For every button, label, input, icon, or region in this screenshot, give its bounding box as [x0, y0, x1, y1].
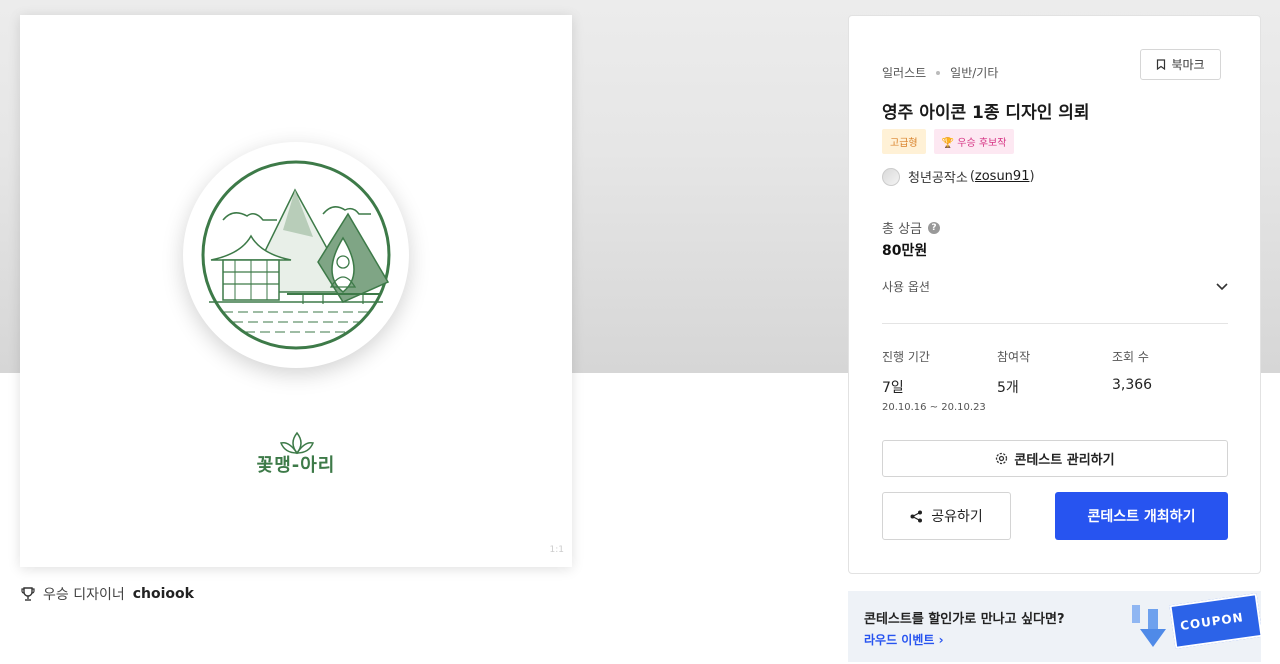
host-id-wrapper: (zosun91) — [970, 169, 1035, 184]
stat-period-value: 7일 — [882, 380, 904, 396]
banner-link-label: 라우드 이벤트 — [864, 633, 935, 647]
coupon-ticket: COUPON — [1169, 593, 1261, 649]
winner-prefix: 우승 디자이너 — [43, 587, 125, 603]
share-icon — [910, 510, 923, 522]
trophy-icon — [21, 587, 35, 601]
grade-badge: 고급형 — [882, 129, 926, 154]
stat-views: 조회 수 3,366 — [1112, 348, 1152, 393]
brand-text: 꽃맹-아리 — [256, 455, 336, 476]
manage-contest-button[interactable]: 콘테스트 관리하기 — [882, 440, 1228, 477]
usage-options-toggle[interactable]: 사용 옵션 — [882, 278, 1228, 295]
manage-contest-label: 콘테스트 관리하기 — [1014, 453, 1115, 468]
stat-period-range: 20.10.16 ~ 20.10.23 — [882, 402, 986, 413]
breadcrumb-separator — [936, 70, 941, 75]
stat-views-value: 3,366 — [1112, 377, 1153, 393]
contest-title: 영주 아이콘 1종 디자인 의뢰 — [882, 103, 1090, 123]
prize-label: 총 상금 ? — [882, 218, 941, 237]
emblem-illustration — [201, 160, 391, 350]
host-contest-button[interactable]: 콘테스트 개최하기 — [1055, 492, 1228, 540]
share-button[interactable]: 공유하기 — [882, 492, 1011, 540]
stat-period: 진행 기간 7일 20.10.16 ~ 20.10.23 — [882, 348, 986, 413]
breadcrumb-category[interactable]: 일러스트 — [882, 64, 926, 81]
host-name: 청년공작소 — [908, 171, 968, 186]
corner-mark: 1:1 — [549, 545, 564, 555]
winner-name[interactable]: choiook — [133, 586, 194, 602]
banner-link[interactable]: 라우드 이벤트 › — [864, 631, 944, 648]
stat-entries-label: 참여작 — [997, 350, 1031, 364]
prize-label-text: 총 상금 — [882, 222, 923, 237]
host-info: 청년공작소 (zosun91) — [882, 167, 1035, 186]
divider — [882, 323, 1228, 324]
bookmark-label: 북마크 — [1171, 58, 1205, 72]
avatar — [882, 167, 900, 186]
stat-views-label: 조회 수 — [1112, 350, 1149, 364]
bookmark-icon — [1157, 59, 1166, 70]
banner-title: 콘테스트를 할인가로 만나고 싶다면? — [864, 612, 1065, 627]
host-id-close: ) — [1029, 169, 1035, 184]
winner-candidate-label: 우승 후보작 — [957, 138, 1007, 149]
breadcrumb: 일러스트 일반/기타 — [882, 64, 998, 81]
prize-value: 80만원 — [882, 243, 928, 259]
chevron-right-icon: › — [938, 633, 944, 647]
breadcrumb-subcategory[interactable]: 일반/기타 — [950, 64, 998, 81]
trophy-icon: 🏆 — [941, 138, 955, 149]
gear-icon — [996, 452, 1008, 465]
coupon-banner[interactable]: 콘테스트를 할인가로 만나고 싶다면? 라우드 이벤트 › COUPON — [848, 591, 1261, 662]
winner-designer: 우승 디자이너 choiook — [21, 584, 194, 604]
chevron-down-icon — [1216, 282, 1228, 290]
share-label: 공유하기 — [931, 509, 983, 525]
contest-info-panel: 북마크 일러스트 일반/기타 영주 아이콘 1종 디자인 의뢰 고급형 🏆 우승… — [848, 15, 1261, 574]
winner-candidate-badge: 🏆 우승 후보작 — [933, 129, 1015, 154]
bookmark-button[interactable]: 북마크 — [1140, 49, 1221, 80]
usage-options-label: 사용 옵션 — [882, 280, 930, 294]
badge-group: 고급형 🏆 우승 후보작 — [882, 129, 1015, 154]
down-arrow-icon — [1132, 605, 1166, 647]
logo-emblem — [183, 142, 409, 368]
stat-period-label: 진행 기간 — [882, 350, 930, 364]
stat-entries: 참여작 5개 — [997, 348, 1030, 397]
help-icon[interactable]: ? — [928, 221, 941, 234]
host-id-link[interactable]: zosun91 — [975, 169, 1030, 184]
stat-entries-value: 5개 — [997, 380, 1019, 396]
contest-image-card[interactable]: 꽃맹-아리 1:1 — [20, 15, 572, 567]
